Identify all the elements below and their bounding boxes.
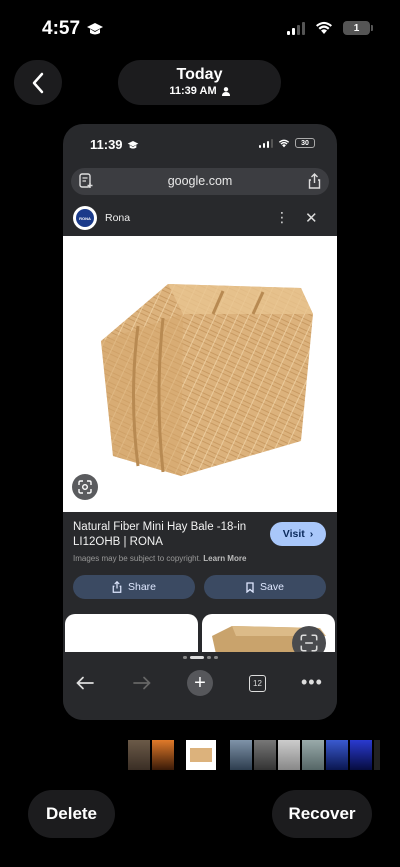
page-indicator (63, 656, 337, 659)
save-button[interactable]: Save (204, 575, 326, 599)
share-icon[interactable] (308, 173, 321, 189)
address-bar[interactable]: google.com (71, 168, 329, 195)
date-title-pill: Today 11:39 AM (118, 60, 281, 105)
battery-icon: 30 (295, 138, 315, 148)
page-title: Today (176, 66, 223, 83)
tab-switcher-button[interactable]: 12 (249, 675, 266, 692)
battery-icon: 1 (343, 21, 373, 35)
graduation-cap-icon (87, 23, 104, 35)
filmstrip-thumbnail[interactable] (326, 740, 348, 770)
filmstrip-thumbnail[interactable] (278, 740, 300, 770)
filmstrip-thumbnail[interactable] (254, 740, 276, 770)
hay-bale-picture (101, 284, 313, 476)
filmstrip-thumbnail[interactable] (350, 740, 372, 770)
share-icon (112, 581, 122, 593)
wifi-icon (278, 139, 290, 147)
cellular-signal-icon (259, 138, 273, 148)
filmstrip-thumbnail-selected[interactable] (186, 740, 216, 770)
person-icon (221, 86, 230, 96)
google-lens-icon (78, 480, 92, 494)
visit-button[interactable]: Visit › (270, 522, 326, 546)
more-menu-icon[interactable]: ••• (301, 672, 323, 693)
copyright-note: Images may be subject to copyright. Lear… (73, 554, 247, 563)
filmstrip-thumbnail[interactable] (374, 740, 380, 770)
plus-icon: + (194, 671, 206, 694)
back-button[interactable] (14, 60, 62, 105)
bookmark-icon (246, 581, 254, 593)
filmstrip-thumbnail[interactable] (230, 740, 252, 770)
wifi-icon (316, 21, 332, 34)
learn-more-link[interactable]: Learn More (203, 554, 246, 563)
source-name: Rona (105, 212, 131, 224)
screenshot-preview[interactable]: 11:39 30 google.com RONA Rona ⋮ ✕ Natura… (63, 124, 337, 720)
close-icon[interactable]: ✕ (305, 209, 318, 227)
page-subtitle: 11:39 AM (169, 85, 217, 97)
status-bar: 4:57 1 (0, 0, 400, 56)
image-source-row: RONA Rona ⋮ ✕ (63, 204, 337, 236)
back-arrow-icon[interactable] (76, 676, 94, 690)
recover-button[interactable]: Recover (272, 790, 372, 838)
photo-filmstrip[interactable] (128, 740, 380, 770)
share-button[interactable]: Share (73, 575, 195, 599)
browser-toolbar: + 12 ••• (63, 652, 337, 720)
forward-arrow-icon[interactable] (133, 676, 151, 690)
graduation-cap-icon (127, 140, 138, 149)
new-tab-button[interactable]: + (187, 670, 213, 696)
status-time: 4:57 (42, 18, 104, 40)
delete-button[interactable]: Delete (28, 790, 115, 838)
filmstrip-thumbnail[interactable] (128, 740, 150, 770)
rona-logo: RONA (73, 206, 97, 230)
lens-search-button[interactable] (72, 474, 98, 500)
related-image-thumbnail[interactable] (65, 614, 198, 654)
url-text: google.com (167, 174, 233, 188)
inner-status-bar: 11:39 30 (63, 124, 337, 160)
filmstrip-thumbnail[interactable] (302, 740, 324, 770)
more-options-icon[interactable]: ⋮ (275, 210, 289, 224)
google-lens-icon (300, 634, 318, 652)
hay-bale-image[interactable] (63, 236, 337, 512)
filmstrip-thumbnail[interactable] (152, 740, 174, 770)
image-caption[interactable]: Natural Fiber Mini Hay Bale -18-in LI12O… (73, 520, 263, 550)
chevron-right-icon: › (309, 528, 314, 540)
cellular-signal-icon (287, 21, 305, 35)
chevron-left-icon (32, 72, 44, 93)
